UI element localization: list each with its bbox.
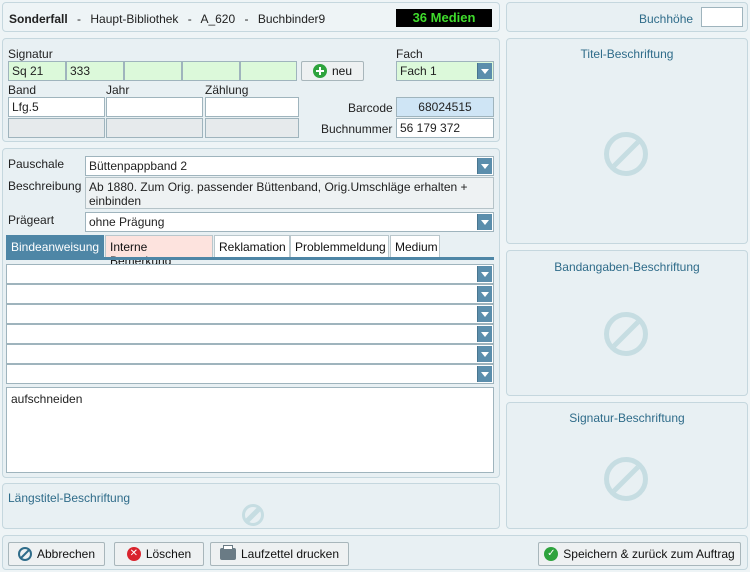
tab-reklamation[interactable]: Reklamation — [214, 235, 290, 257]
titel-label: Titel-Beschriftung — [580, 47, 674, 61]
barcode-input[interactable]: 68024515 — [396, 97, 494, 117]
signatur-beschriftung-label: Signatur-Beschriftung — [569, 411, 685, 425]
zaehlung-input[interactable] — [205, 97, 299, 117]
tab-problemmeldung[interactable]: Problemmeldung — [290, 235, 389, 257]
instruction-select[interactable] — [6, 344, 494, 364]
tab-bindeanweisung[interactable]: Bindeanweisung — [6, 235, 104, 257]
praegeart-value: ohne Prägung — [89, 215, 165, 229]
fach-value: Fach 1 — [400, 64, 437, 78]
buchnummer-input[interactable]: 56 179 372 — [396, 118, 494, 138]
zaehlung-input-2[interactable] — [205, 118, 299, 138]
header-binder: Buchbinder9 — [257, 12, 326, 26]
cancel-button[interactable]: Abbrechen — [8, 542, 105, 566]
medium-panel: Signatur Sq 21 333 neu Fach Fach 1 Band … — [2, 38, 500, 142]
jahr-label: Jahr — [106, 83, 130, 97]
print-button-label: Laufzettel drucken — [240, 547, 340, 561]
chevron-down-icon — [477, 346, 492, 362]
chevron-down-icon — [477, 266, 492, 282]
instruction-textarea[interactable]: aufschneiden — [6, 387, 494, 473]
signatur-part-5[interactable] — [240, 61, 297, 81]
jahr-input[interactable] — [106, 97, 203, 117]
check-icon: ✓ — [544, 547, 559, 561]
band-label: Band — [8, 83, 37, 97]
praegeart-select[interactable]: ohne Prägung — [85, 212, 494, 232]
laengstitel-panel: Längstitel-Beschriftung — [2, 483, 500, 529]
buchhoehe-label: Buchhöhe — [639, 12, 694, 26]
buchnummer-label: Buchnummer — [321, 122, 393, 136]
instruction-select[interactable] — [6, 324, 494, 344]
signatur-part-2[interactable]: 333 — [66, 61, 124, 81]
tab-underline — [6, 257, 494, 260]
save-button[interactable]: ✓ Speichern & zurück zum Auftrag — [538, 542, 741, 566]
zaehlung-label: Zählung — [205, 83, 249, 97]
instruction-select[interactable] — [6, 264, 494, 284]
instruction-select[interactable] — [6, 364, 494, 384]
signatur-part-3[interactable] — [124, 61, 182, 81]
band-input[interactable]: Lfg.5 — [8, 97, 105, 117]
header-separator: - — [244, 12, 249, 26]
new-button-label: neu — [331, 64, 353, 78]
cancel-button-label: Abbrechen — [36, 547, 96, 561]
signatur-part-4[interactable] — [182, 61, 240, 81]
no-preview-icon — [604, 132, 648, 176]
buchhoehe-panel: Buchhöhe — [506, 2, 748, 32]
chevron-down-icon — [477, 326, 492, 342]
chevron-down-icon — [477, 214, 492, 230]
delete-icon: ✕ — [126, 547, 141, 561]
signatur-part-1[interactable]: Sq 21 — [8, 61, 66, 81]
band-input-2[interactable] — [8, 118, 105, 138]
signatur-label: Signatur — [8, 47, 53, 61]
footer-bar: Abbrechen ✕ Löschen Laufzettel drucken ✓… — [2, 535, 748, 570]
delete-button-label: Löschen — [145, 547, 192, 561]
tab-interne-bemerkung[interactable]: Interne Bemerkung — [105, 235, 213, 268]
chevron-down-icon — [477, 286, 492, 302]
signatur-panel: Signatur-Beschriftung — [506, 402, 748, 529]
no-preview-icon — [242, 504, 264, 526]
bandangaben-label: Bandangaben-Beschriftung — [554, 260, 700, 274]
no-preview-icon — [604, 312, 648, 356]
header-bar: Sonderfall - Haupt-Bibliothek - A_620 - … — [2, 2, 500, 32]
new-signatur-button[interactable]: neu — [301, 61, 364, 81]
pauschale-select[interactable]: Büttenpappband 2 — [85, 156, 494, 176]
chevron-down-icon — [477, 366, 492, 382]
beschreibung-label: Beschreibung — [8, 179, 82, 193]
no-preview-icon — [604, 457, 648, 501]
cancel-icon — [17, 547, 32, 561]
print-button[interactable]: Laufzettel drucken — [210, 542, 349, 566]
plus-icon — [312, 64, 327, 78]
tab-medium[interactable]: Medium — [390, 235, 440, 257]
titel-panel: Titel-Beschriftung — [506, 38, 748, 244]
fach-label: Fach — [396, 47, 423, 61]
praegeart-label: Prägeart — [8, 213, 55, 227]
header-separator: - — [187, 12, 192, 26]
instruction-select[interactable] — [6, 284, 494, 304]
header-separator: - — [77, 12, 82, 26]
beschreibung-text: Ab 1880. Zum Orig. passender Büttenband,… — [85, 177, 494, 209]
instruction-select[interactable] — [6, 304, 494, 324]
chevron-down-icon — [477, 158, 492, 174]
header-title: Sonderfall — [9, 12, 68, 26]
chevron-down-icon — [477, 306, 492, 322]
jahr-input-2[interactable] — [106, 118, 203, 138]
printer-icon — [219, 545, 236, 560]
barcode-label: Barcode — [348, 101, 393, 115]
bandangaben-panel: Bandangaben-Beschriftung — [506, 250, 748, 396]
chevron-down-icon — [477, 63, 492, 79]
buchhoehe-input[interactable] — [701, 7, 743, 27]
pauschale-value: Büttenpappband 2 — [89, 159, 188, 173]
header-library: Haupt-Bibliothek — [90, 12, 179, 26]
laengstitel-label: Längstitel-Beschriftung — [8, 491, 131, 505]
header-code: A_620 — [200, 12, 236, 26]
pauschale-label: Pauschale — [8, 157, 65, 171]
delete-button[interactable]: ✕ Löschen — [114, 542, 204, 566]
media-count-badge: 36 Medien — [396, 9, 492, 27]
fach-select[interactable]: Fach 1 — [396, 61, 494, 81]
save-button-label: Speichern & zurück zum Auftrag — [563, 547, 735, 561]
